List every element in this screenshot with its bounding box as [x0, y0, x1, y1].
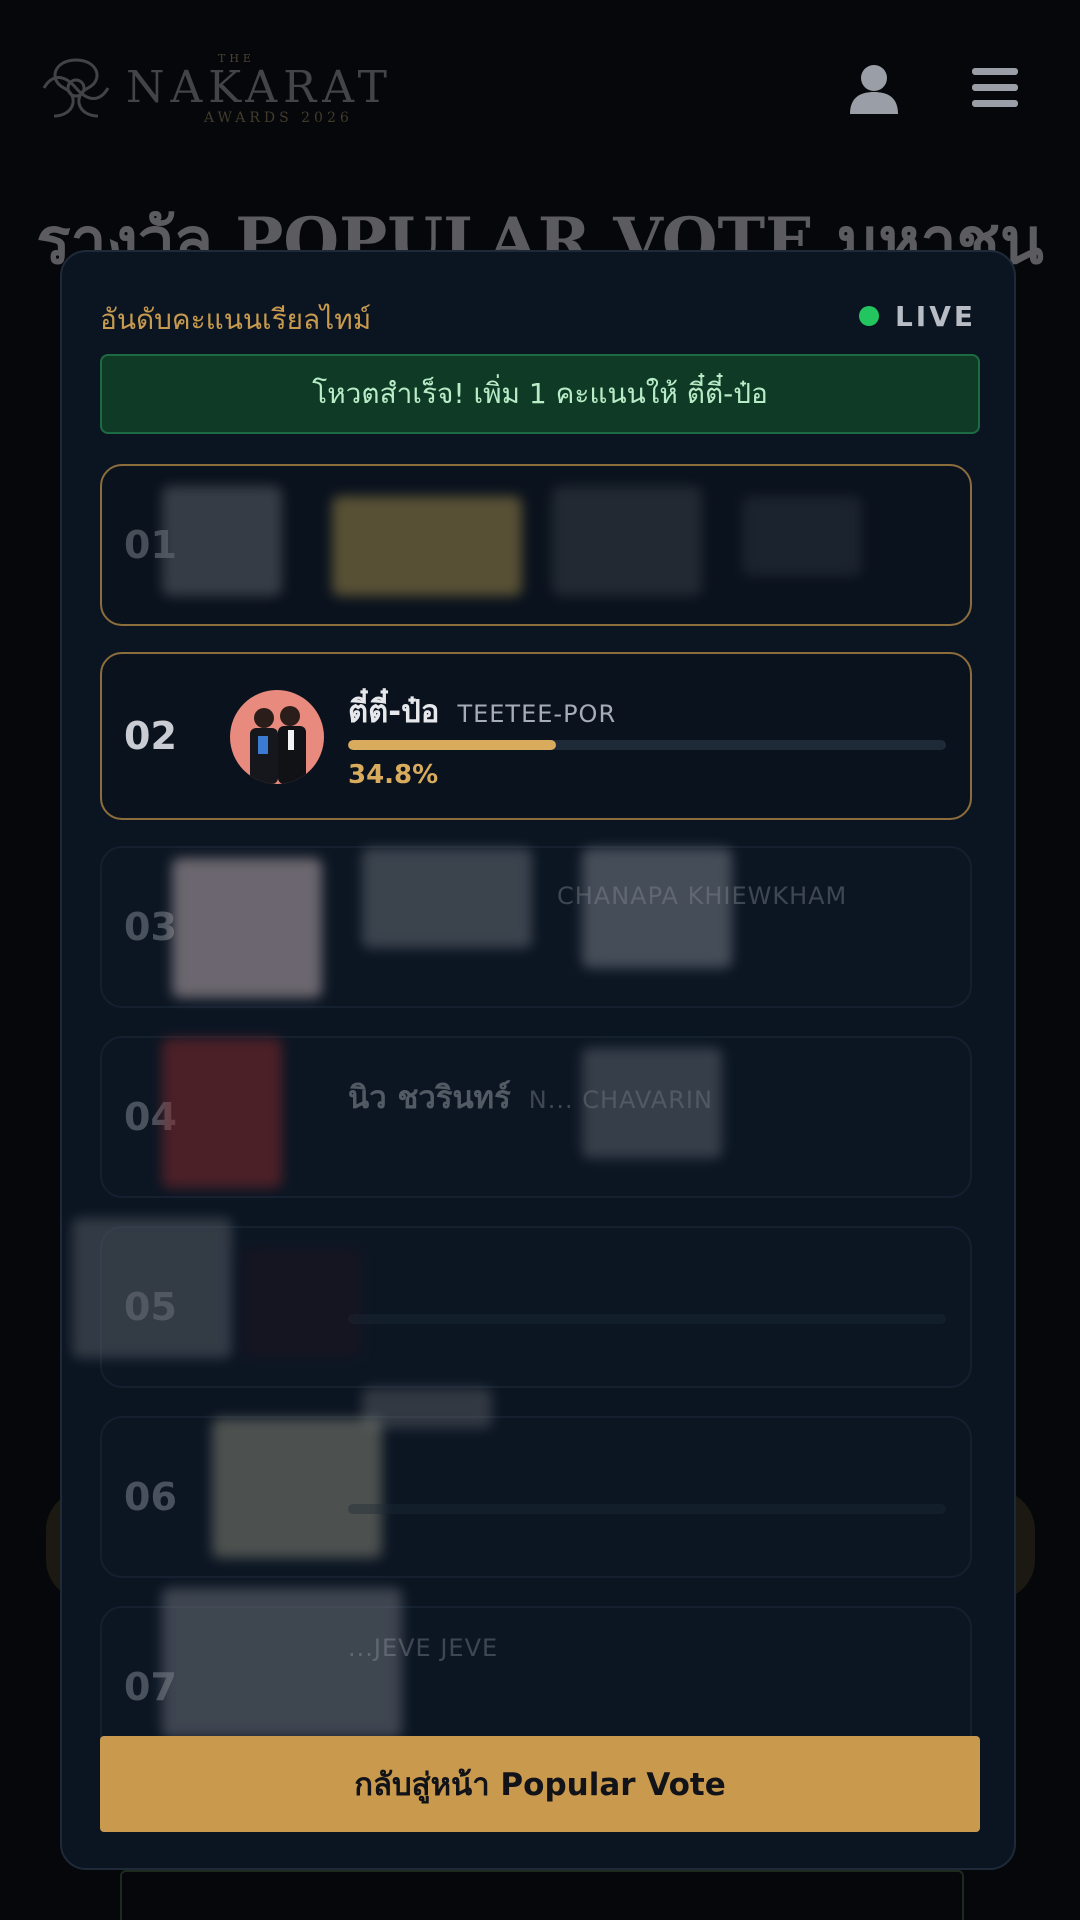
rank-number: 03 — [124, 905, 177, 949]
menu-bar — [972, 68, 1018, 75]
avatar-photo-icon — [230, 690, 324, 784]
rank-number: 06 — [124, 1475, 177, 1519]
vote-success-notice: โหวตสำเร็จ! เพิ่ม 1 คะแนนให้ ตี๋ตี๋-ป๋อ — [100, 354, 980, 434]
logo-emblem-icon — [42, 58, 110, 118]
menu-icon[interactable] — [972, 68, 1018, 110]
candidate-name-th: ตี๋ตี๋-ป๋อ — [348, 694, 440, 730]
obscured-detail — [582, 848, 732, 968]
obscured-name — [332, 496, 522, 596]
candidate-name: ตี๋ตี๋-ป๋อ TEETEE-POR — [348, 686, 616, 736]
background-panel — [120, 1870, 964, 1920]
candidate-name-en: TEETEE-POR — [457, 700, 617, 728]
obscured-avatar — [162, 1038, 282, 1188]
obscured-name — [362, 848, 532, 948]
ranking-row-05[interactable]: 05 — [72, 1218, 972, 1388]
vote-progress-bar — [348, 740, 946, 750]
ranking-row-01[interactable]: 01 — [100, 464, 972, 626]
vote-progress-fill — [348, 740, 557, 750]
obscured-avatar — [72, 1218, 232, 1358]
menu-bar — [972, 100, 1018, 107]
candidate-name-en: ...JEVE JEVE — [348, 1634, 499, 1662]
back-to-popular-vote-button[interactable]: กลับสู่หน้า Popular Vote — [100, 1736, 980, 1832]
rank-number: 02 — [124, 714, 177, 758]
user-icon[interactable] — [848, 62, 900, 114]
vote-progress-bar — [348, 1504, 946, 1514]
logo[interactable]: THE NAKARAT AWARDS 2026 — [34, 50, 387, 130]
logo-main-text: NAKARAT — [126, 62, 393, 113]
ranking-row-04[interactable]: 04 นิว ชวรินทร์ N... CHAVARIN — [100, 1036, 972, 1198]
live-dot-icon — [858, 306, 879, 326]
live-indicator: LIVE — [858, 298, 976, 334]
menu-bar — [972, 84, 1018, 91]
ranking-modal: อันดับคะแนนเรียลไทม์ LIVE โหวตสำเร็จ! เพ… — [60, 250, 1016, 1870]
modal-title: อันดับคะแนนเรียลไทม์ — [100, 303, 372, 336]
avatar — [230, 690, 324, 784]
ranking-row-03[interactable]: 03 CHANAPA KHIEWKHAM — [100, 846, 972, 1008]
obscured-detail — [552, 486, 702, 596]
header: THE NAKARAT AWARDS 2026 — [0, 0, 1080, 180]
obscured-avatar — [212, 1418, 382, 1558]
vote-progress-bar — [348, 1314, 946, 1324]
obscured-avatar — [172, 858, 322, 998]
obscured-avatar — [162, 486, 282, 596]
obscured-detail — [242, 1248, 362, 1358]
obscured-detail — [362, 1388, 492, 1428]
live-label: LIVE — [894, 299, 976, 333]
obscured-detail — [582, 1048, 722, 1158]
ranking-row-02[interactable]: 02 ตี๋ตี๋-ป๋อ TEETEE-POR 34.8% — [100, 652, 972, 820]
page: THE NAKARAT AWARDS 2026 รางวัล POPULAR V… — [0, 0, 1080, 1920]
candidate-name: ...JEVE JEVE — [348, 1634, 498, 1662]
logo-sub-text: AWARDS 2026 — [204, 110, 353, 126]
ranking-row-06[interactable]: 06 — [100, 1388, 972, 1578]
obscured-detail — [742, 496, 862, 576]
candidate-name-th: นิว ชวรินทร์ — [348, 1080, 511, 1116]
obscured-avatar — [162, 1588, 402, 1738]
vote-percent: 34.8% — [348, 760, 439, 790]
